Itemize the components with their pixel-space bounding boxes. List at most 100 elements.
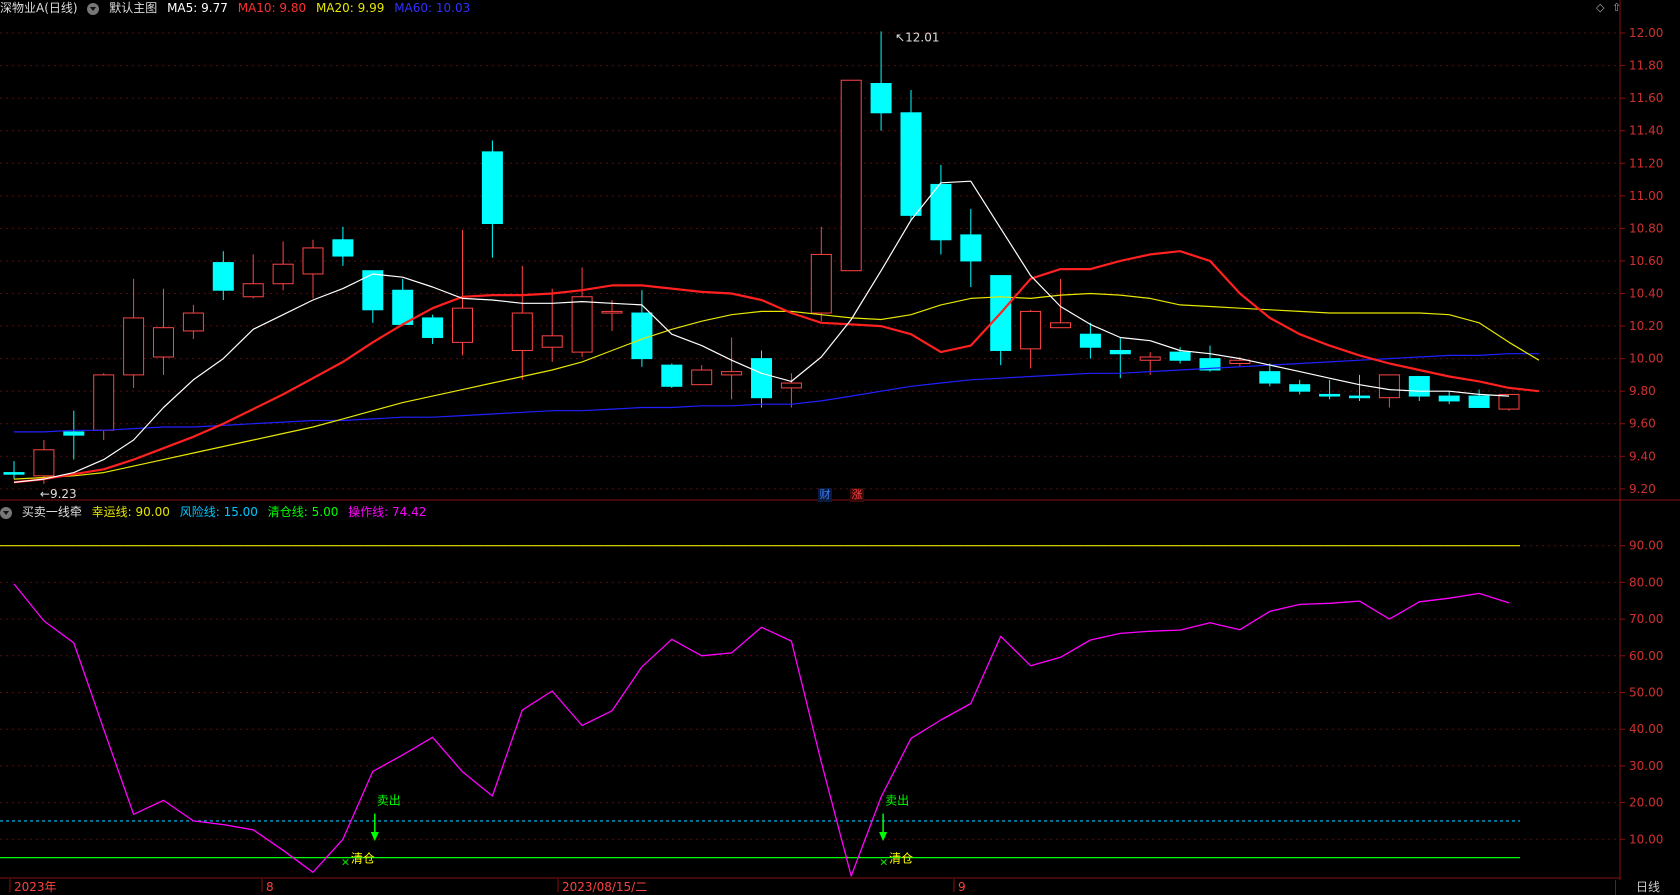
- candle-body: [212, 262, 234, 291]
- candle-body: [392, 289, 414, 325]
- candle-body: [481, 151, 503, 224]
- candle-body: [1259, 371, 1281, 384]
- price-tick-label: 9.80: [1629, 384, 1656, 398]
- candle-body: [1349, 395, 1370, 399]
- candle-body: [242, 283, 264, 298]
- price-tick-label: 10.20: [1629, 319, 1663, 333]
- ma10-label: MA10: 9.80: [237, 1, 307, 15]
- candle-body: [751, 358, 772, 399]
- sell-arrowhead-icon: [879, 831, 888, 842]
- price-tick-label: 11.60: [1629, 91, 1663, 105]
- candle-body: [182, 312, 204, 332]
- price-tick-label: 9.40: [1629, 449, 1656, 463]
- candle-body: [33, 449, 55, 477]
- price-tick-label: 11.20: [1629, 156, 1663, 170]
- candle-body: [571, 296, 593, 353]
- candle-body: [332, 239, 354, 257]
- time-axis-label: 8: [266, 880, 274, 894]
- price-tick-label: 9.60: [1629, 417, 1656, 431]
- risk-line-label: 风险线: 15.00: [179, 505, 258, 519]
- sell-signal-label: 卖出: [885, 794, 909, 808]
- candle-body: [541, 335, 563, 348]
- period-button[interactable]: 日线: [1615, 880, 1680, 895]
- indicator-tick-label: 50.00: [1629, 685, 1663, 699]
- candle-body: [1139, 356, 1161, 361]
- price-tick-label: 10.60: [1629, 254, 1663, 268]
- price-tick-label: 11.00: [1629, 189, 1663, 203]
- price-tick-label: 11.40: [1629, 124, 1663, 138]
- candle-body: [422, 317, 444, 338]
- main-chart-label[interactable]: 默认主图: [109, 1, 157, 15]
- candle-body: [1079, 333, 1101, 348]
- candle-body: [1289, 384, 1311, 392]
- clear-cross-icon: ×: [341, 856, 350, 869]
- candle-body: [302, 247, 324, 275]
- ma5-label: MA5: 9.77: [167, 1, 228, 15]
- candle-body: [1109, 349, 1131, 355]
- indicator-name[interactable]: 买卖一线牵: [22, 505, 82, 519]
- candle-body: [1229, 359, 1251, 365]
- clear-signal-label: 清仓: [889, 852, 913, 866]
- price-tick-label: 10.40: [1629, 287, 1663, 301]
- indicator-menu-dropdown-icon[interactable]: [0, 506, 12, 519]
- price-tick-label: 10.00: [1629, 352, 1663, 366]
- candle-body: [930, 183, 952, 241]
- time-axis-label: 9: [958, 880, 966, 894]
- candle-body: [3, 472, 25, 475]
- candle-body: [1020, 310, 1042, 350]
- candle-body: [511, 312, 533, 351]
- ma60-label: MA60: 10.03: [394, 1, 471, 15]
- candle-body: [601, 310, 623, 314]
- indicator-tick-label: 60.00: [1629, 649, 1663, 663]
- ma5-line: [13, 180, 1510, 483]
- upload-icon[interactable]: ⇧: [1612, 1, 1621, 14]
- candle-body: [362, 270, 384, 311]
- clear-cross-icon: ×: [879, 856, 888, 869]
- price-tick-label: 10.80: [1629, 221, 1663, 235]
- stock-name[interactable]: 深物业A(日线): [0, 1, 78, 15]
- price-tick-label: 9.20: [1629, 482, 1656, 496]
- ma60-line: [14, 353, 1539, 433]
- candle-body: [631, 312, 653, 360]
- clear-line-label: 清仓线: 5.00: [267, 505, 339, 519]
- ma20-label: MA20: 9.99: [315, 1, 385, 15]
- candle-body: [840, 79, 862, 272]
- candle-body: [93, 374, 115, 431]
- price-tick-label: 11.80: [1629, 59, 1663, 73]
- time-axis-label: 2023年: [14, 880, 57, 894]
- candle-body: [960, 234, 982, 262]
- price-tick-label: 12.00: [1629, 26, 1663, 40]
- diamond-icon[interactable]: ◇: [1596, 1, 1604, 14]
- candle-body: [1408, 376, 1430, 397]
- candle-body: [810, 253, 832, 314]
- indicator-tick-label: 90.00: [1629, 539, 1663, 553]
- clear-signal-label: 清仓: [351, 852, 375, 866]
- candle-body: [900, 112, 922, 216]
- candle-body: [780, 382, 802, 389]
- main-chart-header: 深物业A(日线) 默认主图 MA5: 9.77 MA10: 9.80 MA20:…: [0, 0, 476, 16]
- operation-line-label: 操作线: 74.42: [348, 505, 427, 519]
- candle-body: [452, 307, 473, 343]
- candle-body: [63, 431, 85, 436]
- chart-canvas[interactable]: 12.00 11.80 11.60 11.40 11.20 11.00 10.80 10.60…: [0, 0, 1680, 895]
- high-price-annotation: ↖12.01: [895, 30, 939, 44]
- candle-body: [1169, 351, 1191, 361]
- luck-line-label: 幸运线: 90.00: [91, 505, 170, 519]
- indicator-tick-label: 70.00: [1629, 612, 1663, 626]
- low-price-annotation: ←9.23: [40, 487, 77, 501]
- candle-body: [1050, 322, 1071, 329]
- indicator-header: 买卖一线牵 幸运线: 90.00 风险线: 15.00 清仓线: 5.00 操作…: [0, 504, 432, 520]
- sell-signal-label: 卖出: [377, 794, 401, 808]
- candle-body: [272, 263, 294, 285]
- candle-body: [1438, 395, 1460, 402]
- indicator-tick-label: 20.00: [1629, 796, 1663, 810]
- candle-body: [123, 317, 145, 376]
- chart-menu-dropdown-icon[interactable]: [87, 2, 100, 15]
- candle-body: [661, 364, 683, 387]
- candle-body: [691, 369, 713, 386]
- finance-badge[interactable]: 财: [818, 488, 832, 502]
- candle-body: [721, 371, 743, 376]
- rise-badge[interactable]: 涨: [850, 488, 864, 502]
- candle-body: [1319, 393, 1341, 397]
- candle-body: [1468, 395, 1490, 408]
